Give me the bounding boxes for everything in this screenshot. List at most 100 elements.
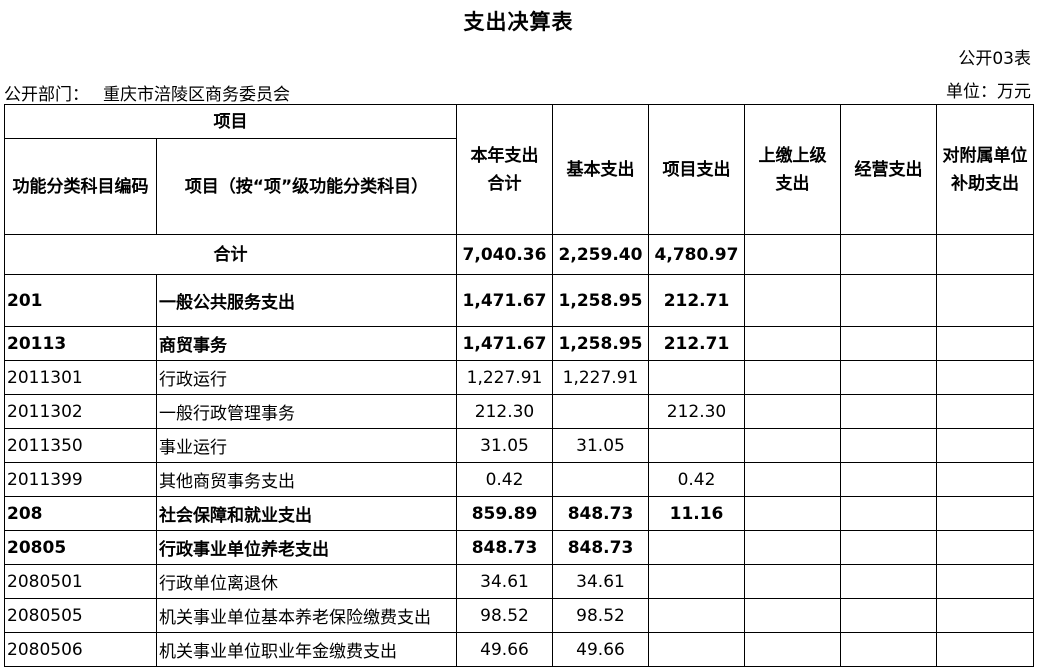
row-subsidy <box>936 598 1034 633</box>
header-total: 本年支出 合计 <box>456 104 553 235</box>
row-subsidy <box>936 496 1034 531</box>
row-total: 859.89 <box>456 496 553 531</box>
row-project <box>648 632 745 667</box>
total-project: 4,780.97 <box>648 234 745 275</box>
table-row: 2080506 机关事业单位职业年金缴费支出 49.66 49.66 <box>4 632 1034 667</box>
table-row: 20113 商贸事务 1,471.67 1,258.95 212.71 <box>4 326 1034 361</box>
row-basic: 848.73 <box>552 496 649 531</box>
row-name: 一般公共服务支出 <box>156 274 457 327</box>
row-name: 机关事业单位基本养老保险缴费支出 <box>156 598 457 633</box>
row-operating <box>840 632 937 667</box>
row-upper <box>744 564 841 599</box>
header-project: 项目支出 <box>648 104 745 235</box>
row-code: 2011350 <box>4 428 157 463</box>
row-basic <box>552 462 649 497</box>
row-upper <box>744 530 841 565</box>
header-func-code: 功能分类科目编码 <box>4 138 157 235</box>
row-upper <box>744 274 841 327</box>
row-operating <box>840 394 937 429</box>
row-operating <box>840 496 937 531</box>
row-total: 1,227.91 <box>456 360 553 395</box>
department-value: 重庆市涪陵区商务委员会 <box>103 85 290 105</box>
row-project: 212.30 <box>648 394 745 429</box>
row-upper <box>744 462 841 497</box>
row-code: 2080501 <box>4 564 157 599</box>
row-basic: 49.66 <box>552 632 649 667</box>
row-project: 212.71 <box>648 274 745 327</box>
row-operating <box>840 598 937 633</box>
row-upper <box>744 632 841 667</box>
table-row: 2080505 机关事业单位基本养老保险缴费支出 98.52 98.52 <box>4 598 1034 633</box>
row-operating <box>840 360 937 395</box>
row-total: 49.66 <box>456 632 553 667</box>
table-row: 2011301 行政运行 1,227.91 1,227.91 <box>4 360 1034 395</box>
row-code: 2011301 <box>4 360 157 395</box>
header-upper: 上缴上级 支出 <box>744 104 841 235</box>
row-project: 212.71 <box>648 326 745 361</box>
total-basic: 2,259.40 <box>552 234 649 275</box>
row-project <box>648 428 745 463</box>
row-project: 0.42 <box>648 462 745 497</box>
table-row: 2080501 行政单位离退休 34.61 34.61 <box>4 564 1034 599</box>
row-operating <box>840 462 937 497</box>
row-code: 20113 <box>4 326 157 361</box>
row-operating <box>840 530 937 565</box>
table-number: 公开03表 <box>958 49 1031 69</box>
department-line: 公开部门： 重庆市涪陵区商务委员会 <box>4 80 290 105</box>
row-total: 1,471.67 <box>456 326 553 361</box>
row-project <box>648 598 745 633</box>
row-subsidy <box>936 360 1034 395</box>
row-subsidy <box>936 428 1034 463</box>
row-project <box>648 530 745 565</box>
row-upper <box>744 428 841 463</box>
row-code: 2011399 <box>4 462 157 497</box>
row-upper <box>744 360 841 395</box>
table-row: 201 一般公共服务支出 1,471.67 1,258.95 212.71 <box>4 274 1034 327</box>
row-name: 行政运行 <box>156 360 457 395</box>
row-name: 事业运行 <box>156 428 457 463</box>
row-name: 机关事业单位职业年金缴费支出 <box>156 632 457 667</box>
table-row: 2011350 事业运行 31.05 31.05 <box>4 428 1034 463</box>
row-name: 一般行政管理事务 <box>156 394 457 429</box>
row-subsidy <box>936 632 1034 667</box>
row-operating <box>840 564 937 599</box>
row-upper <box>744 496 841 531</box>
row-subsidy <box>936 462 1034 497</box>
department-label: 公开部门： <box>4 85 89 105</box>
row-total: 1,471.67 <box>456 274 553 327</box>
total-operating <box>840 234 937 275</box>
header-basic: 基本支出 <box>552 104 649 235</box>
row-name: 商贸事务 <box>156 326 457 361</box>
row-subsidy <box>936 564 1034 599</box>
row-subsidy <box>936 394 1034 429</box>
row-code: 2080506 <box>4 632 157 667</box>
row-basic <box>552 394 649 429</box>
row-basic: 1,227.91 <box>552 360 649 395</box>
row-basic: 1,258.95 <box>552 274 649 327</box>
expenditure-table: 项目 本年支出 合计 基本支出 项目支出 上缴上级 支出 经营支出 对附属单位 补助支… <box>4 104 1034 667</box>
row-total: 0.42 <box>456 462 553 497</box>
row-basic: 98.52 <box>552 598 649 633</box>
row-code: 201 <box>4 274 157 327</box>
table-row: 208 社会保障和就业支出 859.89 848.73 11.16 <box>4 496 1034 531</box>
header-item-group: 项目 <box>4 104 457 139</box>
row-upper <box>744 394 841 429</box>
table-row: 2011399 其他商贸事务支出 0.42 0.42 <box>4 462 1034 497</box>
total-sum: 7,040.36 <box>456 234 553 275</box>
row-code: 2011302 <box>4 394 157 429</box>
table-row: 2011302 一般行政管理事务 212.30 212.30 <box>4 394 1034 429</box>
row-name: 行政单位离退休 <box>156 564 457 599</box>
row-total: 212.30 <box>456 394 553 429</box>
row-basic: 848.73 <box>552 530 649 565</box>
row-code: 20805 <box>4 530 157 565</box>
row-upper <box>744 598 841 633</box>
row-name: 社会保障和就业支出 <box>156 496 457 531</box>
row-basic: 1,258.95 <box>552 326 649 361</box>
row-operating <box>840 326 937 361</box>
row-name: 其他商贸事务支出 <box>156 462 457 497</box>
row-total: 98.52 <box>456 598 553 633</box>
row-subsidy <box>936 530 1034 565</box>
row-total: 31.05 <box>456 428 553 463</box>
table-row: 20805 行政事业单位养老支出 848.73 848.73 <box>4 530 1034 565</box>
row-project <box>648 564 745 599</box>
